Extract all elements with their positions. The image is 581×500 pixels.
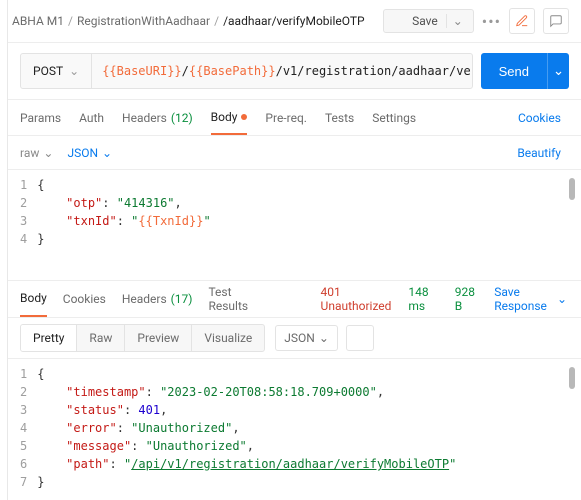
chevron-down-icon: ⌄ <box>102 146 112 160</box>
tab-body[interactable]: Body <box>211 100 248 135</box>
tab-auth[interactable]: Auth <box>79 100 104 135</box>
comment-icon <box>549 14 563 28</box>
send-button[interactable]: Send <box>481 53 547 89</box>
body-type-select[interactable]: raw ⌄ <box>20 146 53 160</box>
url-input-group: POST ⌄ {{BaseURI}}/{{BasePath}}/v1/regis… <box>20 53 473 89</box>
resp-tab-headers[interactable]: Headers (17) <box>122 281 193 317</box>
status-code: 401 Unauthorized <box>321 285 393 313</box>
send-button-group: Send ⌄ <box>481 53 569 89</box>
send-dropdown-button[interactable]: ⌄ <box>547 53 569 89</box>
resp-tab-cookies[interactable]: Cookies <box>63 281 106 317</box>
response-size: 928 B <box>455 285 478 313</box>
line-gutter: 1 2 3 4 5 6 7 <box>20 365 37 483</box>
resp-tab-body[interactable]: Body <box>20 281 47 317</box>
resp-tab-tests[interactable]: Test Results <box>208 281 258 317</box>
method-value: POST <box>33 64 63 78</box>
wrap-lines-button[interactable] <box>346 325 374 351</box>
wrap-icon <box>353 331 367 345</box>
beautify-link[interactable]: Beautify <box>517 146 561 160</box>
url-var: {{BasePath}} <box>189 64 276 78</box>
body-toolbar: raw ⌄ JSON ⌄ Beautify <box>0 136 581 170</box>
chevron-down-icon: ⌄ <box>557 292 567 306</box>
url-input[interactable]: {{BaseURI}}/{{BasePath}}/v1/registration… <box>92 64 471 78</box>
crumb-folder[interactable]: RegistrationWithAadhaar <box>77 14 210 28</box>
scrollbar-thumb[interactable] <box>569 178 575 200</box>
tab-settings[interactable]: Settings <box>372 100 416 135</box>
code-area[interactable]: { "timestamp": "2023-02-20T08:58:18.709+… <box>37 365 573 483</box>
url-var: {{BaseURI}} <box>102 64 181 78</box>
tab-prereq[interactable]: Pre-req. <box>265 100 307 135</box>
chevron-down-icon: ⌄ <box>43 146 53 160</box>
response-view-segment: Pretty Raw Preview Visualize <box>20 324 265 352</box>
seg-visualize[interactable]: Visualize <box>192 325 264 351</box>
seg-pretty[interactable]: Pretty <box>21 325 77 351</box>
save-response-link[interactable]: Save Response ⌄ <box>494 285 567 313</box>
crumb-collection[interactable]: ABHA M1 <box>12 14 64 28</box>
pencil-icon <box>515 14 529 28</box>
crumb-request[interactable]: /aadhaar/verifyMobileOTP <box>223 14 364 28</box>
tab-params[interactable]: Params <box>20 100 61 135</box>
seg-preview[interactable]: Preview <box>125 325 192 351</box>
chevron-down-icon: ⌄ <box>446 14 463 28</box>
copy-icon <box>514 330 530 346</box>
method-select[interactable]: POST ⌄ <box>21 54 92 88</box>
chevron-down-icon: ⌄ <box>553 63 564 79</box>
crumb-sep: / <box>214 14 219 28</box>
save-icon <box>394 15 406 27</box>
body-lang-select[interactable]: JSON ⌄ <box>67 146 112 160</box>
chevron-down-icon: ⌄ <box>69 64 79 78</box>
comments-button[interactable] <box>543 8 569 34</box>
topbar-actions: Save ⌄ ••• <box>383 8 569 34</box>
code-area[interactable]: { "otp": "414316", "txnId": "{{TxnId}}" … <box>37 176 573 274</box>
response-body-editor[interactable]: 1 2 3 4 5 6 7 { "timestamp": "2023-02-20… <box>0 359 581 489</box>
response-lang-select[interactable]: JSON ⌄ <box>275 325 338 351</box>
response-toolbar: Pretty Raw Preview Visualize JSON ⌄ <box>0 318 581 359</box>
response-tabs: Body Cookies Headers (17) Test Results 4… <box>0 280 581 318</box>
crumb-sep: / <box>68 14 73 28</box>
search-button[interactable] <box>543 329 561 347</box>
network-icon[interactable] <box>291 290 305 308</box>
url-row: POST ⌄ {{BaseURI}}/{{BasePath}}/v1/regis… <box>0 43 581 100</box>
more-options-icon[interactable]: ••• <box>482 12 501 31</box>
edit-button[interactable] <box>509 8 535 34</box>
copy-button[interactable] <box>513 329 531 347</box>
tab-tests[interactable]: Tests <box>325 100 354 135</box>
unsaved-dot-icon <box>241 114 247 120</box>
tab-headers[interactable]: Headers (12) <box>122 100 193 135</box>
scrollbar-thumb[interactable] <box>569 367 575 389</box>
response-time: 148 ms <box>408 285 438 313</box>
save-label: Save <box>412 14 438 28</box>
request-body-editor[interactable]: 1 2 3 4 { "otp": "414316", "txnId": "{{T… <box>0 170 581 280</box>
chevron-down-icon: ⌄ <box>319 331 329 345</box>
save-button[interactable]: Save ⌄ <box>383 9 474 33</box>
breadcrumb: ABHA M1 / RegistrationWithAadhaar / /aad… <box>12 14 365 28</box>
seg-raw[interactable]: Raw <box>77 325 125 351</box>
line-gutter: 1 2 3 4 <box>20 176 37 274</box>
search-icon <box>544 330 560 346</box>
request-tabs: Params Auth Headers (12) Body Pre-req. T… <box>0 100 581 136</box>
cookies-link[interactable]: Cookies <box>518 111 561 125</box>
top-bar: ABHA M1 / RegistrationWithAadhaar / /aad… <box>0 0 581 43</box>
